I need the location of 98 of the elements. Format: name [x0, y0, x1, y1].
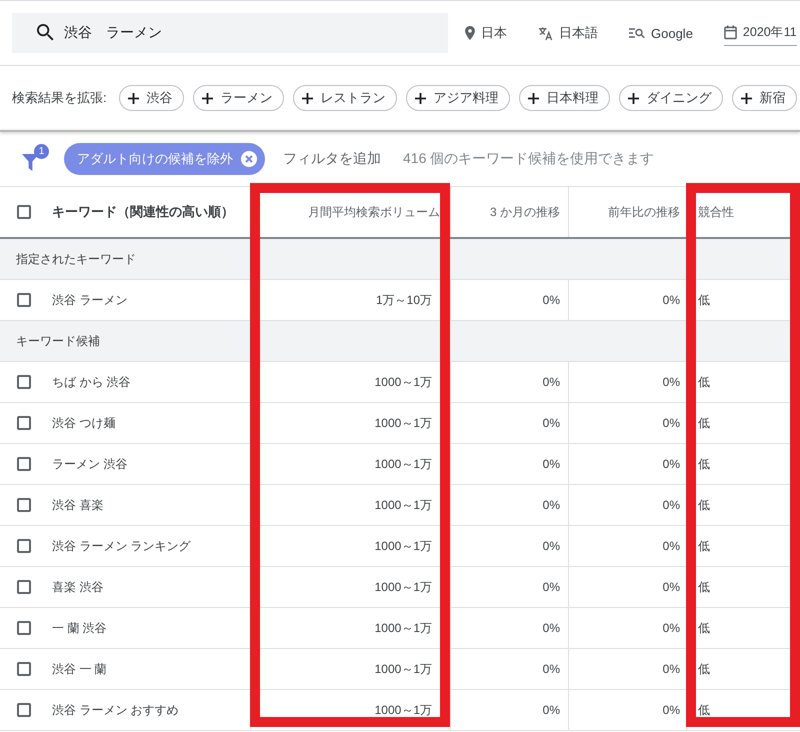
row-checkbox[interactable] [17, 416, 31, 430]
keyword-text: 渋谷 喜楽 [52, 496, 104, 514]
close-icon[interactable] [241, 151, 257, 167]
keyword-text: 喜楽 渋谷 [52, 578, 104, 596]
keyword-suggestion-chip[interactable]: 渋谷 [118, 85, 184, 111]
keyword-text: 渋谷 ラーメン ランキング [52, 538, 191, 554]
trend-value: 0% [542, 703, 560, 717]
keyword-text: 渋谷 ラーメン おすすめ [52, 702, 179, 718]
search-volume-value: 1000～1万 [374, 496, 432, 514]
filter-count-badge: 1 [34, 144, 49, 159]
translate-icon [538, 26, 553, 40]
search-field[interactable]: 渋谷 ラーメン [12, 13, 448, 53]
keyword-text: ちば から 渋谷 [52, 374, 131, 390]
plus-icon [202, 92, 213, 104]
keyword-suggestion-chip[interactable]: ラーメン [192, 85, 284, 111]
search-volume-value: 1000～1万 [374, 414, 432, 432]
search-volume-value: 1000～1万 [374, 578, 432, 596]
row-checkbox[interactable] [17, 703, 31, 717]
search-volume-value: 1000～1万 [374, 456, 432, 472]
trend-value: 0% [542, 498, 560, 512]
trend-value: 0% [542, 662, 560, 676]
filter-icon[interactable] [22, 153, 39, 172]
keyword-suggestion-chip[interactable]: 新宿 [732, 85, 797, 111]
section-label: 指定されたキーワード [16, 250, 136, 268]
date-range-selector[interactable]: 2020年11 [724, 20, 797, 46]
search-icon [37, 24, 54, 41]
trend-value: 0% [542, 580, 560, 594]
search-volume-value: 1000～1万 [374, 702, 432, 718]
keyword-suggestion-chip[interactable]: アジア料理 [406, 85, 510, 111]
row-checkbox[interactable] [17, 457, 31, 471]
competition-value: 低 [698, 456, 710, 472]
keyword-suggestion-chip[interactable]: 日本料理 [518, 85, 610, 111]
column-header[interactable]: 競合性 [698, 204, 734, 220]
plus-icon [414, 92, 426, 104]
keyword-text: 渋谷 一 蘭 [52, 660, 107, 678]
search-volume-value: 1000～1万 [374, 620, 432, 636]
competition-value: 低 [698, 292, 710, 308]
keyword-count-text: 416 個のキーワード候補を使用できます [403, 150, 654, 168]
plus-icon [628, 92, 639, 104]
keyword-suggestion-chip[interactable]: レストラン [292, 85, 397, 111]
location-selector[interactable]: 日本 [465, 20, 507, 46]
competition-value: 低 [698, 538, 710, 554]
competition-value: 低 [698, 414, 710, 432]
search-volume-value: 1000～1万 [374, 538, 432, 554]
keyword-text: 渋谷 つけ麺 [52, 414, 116, 432]
plus-icon [740, 92, 752, 104]
network-selector[interactable]: Google [629, 22, 693, 44]
row-checkbox[interactable] [17, 498, 31, 512]
yoy-change-value: 0% [662, 662, 680, 676]
keyword-suggestion-chip[interactable]: ダイニング [618, 85, 723, 111]
row-checkbox[interactable] [17, 580, 31, 594]
plus-icon [128, 92, 139, 104]
column-header[interactable]: 月間平均検索ボリューム [308, 204, 440, 220]
language-selector[interactable]: 日本語 [538, 20, 598, 46]
trend-value: 0% [542, 293, 560, 307]
keyword-text: ラーメン 渋谷 [52, 456, 128, 472]
search-volume-value: 1000～1万 [374, 374, 432, 390]
yoy-change-value: 0% [662, 416, 680, 430]
calendar-icon [724, 25, 737, 40]
yoy-change-value: 0% [662, 539, 680, 553]
yoy-change-value: 0% [662, 580, 680, 594]
keyword-text: 渋谷 ラーメン [52, 292, 128, 308]
competition-value: 低 [698, 578, 710, 596]
location-pin-icon [465, 26, 475, 40]
yoy-change-value: 0% [662, 293, 680, 307]
yoy-change-value: 0% [662, 498, 680, 512]
competition-value: 低 [698, 374, 710, 390]
plus-icon [302, 92, 313, 104]
competition-value: 低 [698, 660, 710, 678]
select-all-checkbox[interactable] [17, 205, 31, 219]
competition-value: 低 [698, 702, 710, 718]
competition-value: 低 [698, 496, 710, 514]
row-checkbox[interactable] [17, 293, 31, 307]
trend-value: 0% [542, 457, 560, 471]
trend-value: 0% [542, 621, 560, 635]
search-list-icon [629, 27, 645, 39]
trend-value: 0% [542, 375, 560, 389]
add-filter-button[interactable]: フィルタを追加 [283, 150, 381, 168]
search-volume-value: 1000～1万 [374, 660, 432, 678]
competition-value: 低 [698, 620, 710, 636]
row-checkbox[interactable] [17, 539, 31, 553]
yoy-change-value: 0% [662, 703, 680, 717]
search-volume-value: 1万～10万 [376, 292, 432, 308]
trend-value: 0% [542, 539, 560, 553]
row-checkbox[interactable] [17, 662, 31, 676]
row-checkbox[interactable] [17, 375, 31, 389]
yoy-change-value: 0% [662, 375, 680, 389]
refine-label: 検索結果を拡張: [12, 89, 107, 107]
plus-icon [528, 92, 539, 104]
trend-value: 0% [542, 416, 560, 430]
yoy-change-value: 0% [662, 621, 680, 635]
column-header[interactable]: 前年比の推移 [608, 204, 680, 220]
column-header[interactable]: キーワード（関連性の高い順） [52, 203, 234, 221]
section-label: キーワード候補 [16, 332, 100, 350]
yoy-change-value: 0% [662, 457, 680, 471]
column-header[interactable]: 3 か月の推移 [490, 204, 560, 220]
row-checkbox[interactable] [17, 621, 31, 635]
keyword-text: 一 蘭 渋谷 [52, 620, 107, 636]
